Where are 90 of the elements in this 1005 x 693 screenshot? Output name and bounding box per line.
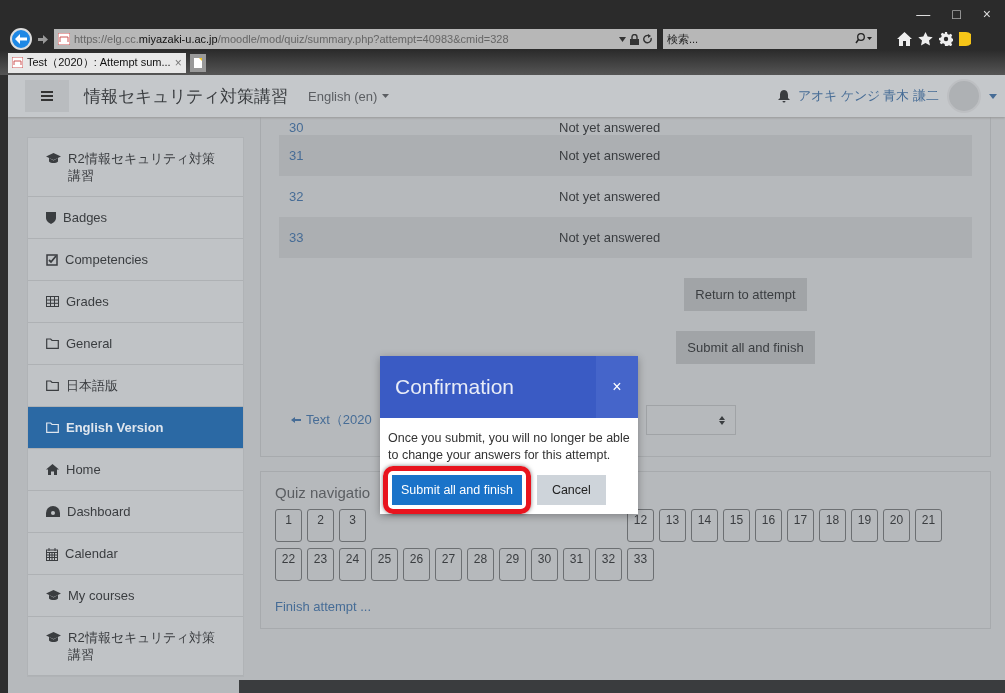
status-text: Not yet answered bbox=[559, 230, 661, 245]
address-bar[interactable]: https://elg.cc.miyazaki-u.ac.jp/moodle/mod/quiz/summary.php?attempt=40983&cmid=328 bbox=[54, 29, 657, 49]
settings-icon[interactable] bbox=[939, 32, 953, 46]
sidebar-item[interactable]: R2情報セキュリティ対策講習 bbox=[28, 138, 243, 197]
question-button[interactable]: 2 bbox=[307, 509, 334, 542]
language-menu[interactable]: English (en) bbox=[308, 88, 390, 104]
sidebar-item[interactable]: R2情報セキュリティ対策講習 bbox=[28, 617, 243, 676]
close-button[interactable]: × bbox=[596, 356, 638, 418]
new-tab-icon[interactable] bbox=[189, 53, 206, 72]
cancel-button[interactable]: Cancel bbox=[536, 475, 606, 505]
question-button[interactable]: 3 bbox=[339, 509, 366, 542]
checkbox-icon bbox=[46, 254, 58, 266]
sidebar-item[interactable]: Competencies bbox=[28, 239, 243, 281]
forward-arrow-icon[interactable] bbox=[38, 34, 48, 44]
caret-icon bbox=[382, 94, 390, 98]
question-button[interactable]: 33 bbox=[627, 548, 654, 581]
panel-title: Quiz navigatio bbox=[275, 484, 371, 501]
graduation-cap-icon bbox=[46, 632, 61, 643]
sidebar-item[interactable]: Dashboard bbox=[28, 491, 243, 533]
folder-icon bbox=[46, 380, 59, 391]
question-button[interactable]: 18 bbox=[819, 509, 846, 542]
question-button[interactable]: 17 bbox=[787, 509, 814, 542]
refresh-icon[interactable] bbox=[643, 33, 653, 45]
status-text: Not yet answered bbox=[559, 148, 661, 163]
select-arrows-icon bbox=[719, 415, 725, 425]
home-icon[interactable] bbox=[897, 32, 912, 46]
close-button[interactable]: × bbox=[982, 6, 991, 22]
tab-close-button[interactable]: × bbox=[174, 55, 182, 70]
calendar-icon bbox=[46, 548, 58, 561]
minimize-button[interactable]: — bbox=[916, 6, 931, 22]
graduation-cap-icon bbox=[46, 153, 61, 164]
submit-all-button[interactable]: Submit all and finish bbox=[392, 475, 522, 505]
sidebar-item[interactable]: English Version bbox=[28, 407, 243, 449]
question-button[interactable]: 28 bbox=[467, 548, 494, 581]
site-favicon-icon bbox=[12, 57, 23, 68]
maximize-button[interactable]: □ bbox=[952, 6, 961, 22]
caret-icon[interactable] bbox=[989, 93, 997, 99]
question-button[interactable]: 24 bbox=[339, 548, 366, 581]
question-button[interactable]: 26 bbox=[403, 548, 430, 581]
question-button[interactable]: 23 bbox=[307, 548, 334, 581]
question-button[interactable]: 15 bbox=[723, 509, 750, 542]
folder-icon bbox=[46, 338, 59, 349]
sidebar-item[interactable]: General bbox=[28, 323, 243, 365]
table-icon bbox=[46, 296, 59, 307]
question-button[interactable]: 31 bbox=[563, 548, 590, 581]
sidebar-item[interactable]: My courses bbox=[28, 575, 243, 617]
status-text: Not yet answered bbox=[559, 120, 661, 135]
status-text: Not yet answered bbox=[559, 189, 661, 204]
question-button[interactable]: 32 bbox=[595, 548, 622, 581]
menu-icon bbox=[41, 91, 53, 101]
url-text: https://elg.cc.miyazaki-u.ac.jp/moodle/mod/quiz/summary.php?attempt=40983&cmid=328 bbox=[74, 33, 509, 45]
search-icon[interactable] bbox=[853, 29, 877, 49]
site-name[interactable]: 情報セキュリティ対策講習 bbox=[84, 84, 288, 108]
question-button[interactable]: 14 bbox=[691, 509, 718, 542]
question-button[interactable]: 13 bbox=[659, 509, 686, 542]
graduation-cap-icon bbox=[46, 590, 61, 601]
dropdown-caret-icon[interactable] bbox=[619, 36, 626, 42]
user-name[interactable]: アオキ ケンジ 青木 謙二 bbox=[798, 87, 939, 105]
question-button[interactable]: 30 bbox=[531, 548, 558, 581]
question-button[interactable]: 1 bbox=[275, 509, 302, 542]
sidebar-item[interactable]: Grades bbox=[28, 281, 243, 323]
home-icon bbox=[46, 464, 59, 475]
arrow-left-icon bbox=[291, 417, 301, 423]
sidebar-item[interactable]: Calendar bbox=[28, 533, 243, 575]
return-to-attempt-button[interactable]: Return to attempt bbox=[684, 278, 807, 311]
question-button[interactable]: 29 bbox=[499, 548, 526, 581]
site-favicon-icon bbox=[58, 33, 70, 45]
back-button[interactable] bbox=[10, 28, 32, 50]
search-field[interactable]: 検索... bbox=[663, 29, 853, 49]
folder-icon bbox=[46, 422, 59, 433]
modal-title: Confirmation bbox=[394, 375, 516, 399]
question-button[interactable]: 25 bbox=[371, 548, 398, 581]
bell-icon[interactable] bbox=[778, 89, 791, 103]
question-button[interactable]: 22 bbox=[275, 548, 302, 581]
menu-button[interactable] bbox=[25, 80, 69, 112]
question-button[interactable]: 16 bbox=[755, 509, 782, 542]
confirmation-message: Once you submit, you will no longer be able to change your answers for this attempt. bbox=[388, 431, 630, 462]
lock-icon bbox=[630, 33, 639, 45]
sidebar-item[interactable]: Badges bbox=[28, 197, 243, 239]
question-button[interactable]: 20 bbox=[883, 509, 910, 542]
back-arrow-icon bbox=[15, 34, 27, 44]
submit-all-button[interactable]: Submit all and finish bbox=[676, 331, 815, 364]
gauge-icon bbox=[46, 506, 60, 517]
browser-tab[interactable]: Test（2020）: Attempt sum... × bbox=[8, 52, 186, 73]
star-icon[interactable] bbox=[918, 32, 933, 46]
sidebar-item[interactable]: Home bbox=[28, 449, 243, 491]
question-button[interactable]: 27 bbox=[435, 548, 462, 581]
question-button[interactable]: 21 bbox=[915, 509, 942, 542]
shield-icon bbox=[46, 212, 56, 224]
question-button[interactable]: 19 bbox=[851, 509, 878, 542]
